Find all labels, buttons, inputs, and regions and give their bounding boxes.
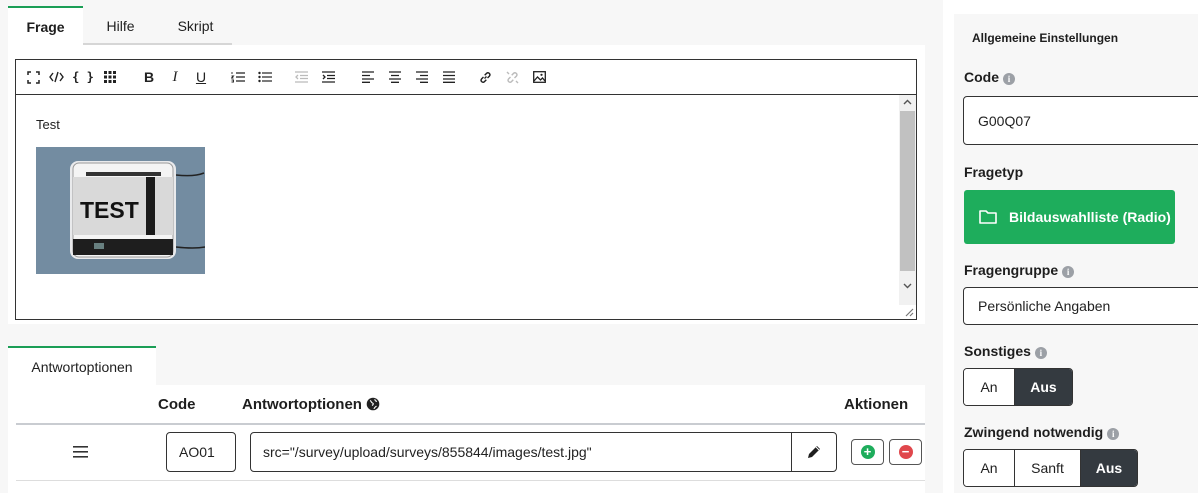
italic-icon[interactable]: I [162,65,188,89]
editor-text: Test [36,117,60,132]
editor-content[interactable]: Test TEST [16,95,916,319]
question-tabs: Frage Hilfe Skript [8,6,233,45]
other-option-aus[interactable]: Aus [1015,369,1072,405]
question-group-label: Fragengruppe i [964,262,1075,278]
minus-icon: − [898,445,913,459]
image-icon[interactable] [526,65,553,89]
folder-icon [979,210,997,224]
outdent-icon[interactable] [288,65,315,89]
question-type-label: Fragetyp [964,164,1024,180]
align-right-icon[interactable] [408,65,435,89]
answer-table-header: Code Antwortoptionen Aktionen [16,385,925,425]
tab-hilfe[interactable]: Hilfe [83,6,158,45]
align-center-icon[interactable] [381,65,408,89]
question-code-input[interactable]: G00Q07 [963,96,1198,145]
pencil-icon [808,446,820,458]
image-test-label: TEST [80,197,139,223]
scroll-down-icon[interactable] [899,279,916,293]
mandatory-toggle: An Sanft Aus [963,449,1138,487]
column-code: Code [158,396,196,413]
tab-frage[interactable]: Frage [8,6,83,45]
template-braces-icon[interactable]: { } [70,65,96,89]
info-icon[interactable]: i [1003,73,1015,85]
mandatory-label: Zwingend notwendig i [964,424,1120,440]
tab-skript[interactable]: Skript [158,6,233,45]
answer-options-panel: Code Antwortoptionen Aktionen AO01 src="… [8,385,925,493]
underline-icon[interactable]: U [188,65,214,89]
answer-text-value: src="/survey/upload/surveys/855844/image… [263,444,592,460]
mandatory-option-an[interactable]: An [964,450,1015,486]
bold-icon[interactable]: B [136,65,162,89]
info-icon[interactable]: i [1062,266,1075,278]
other-toggle: An Aus [963,368,1073,406]
mandatory-option-aus[interactable]: Aus [1081,450,1137,486]
settings-header: Allgemeine Einstellungen [954,14,1198,62]
rich-text-editor: { } B I U Test TEST [15,59,917,320]
column-answer-options: Antwortoptionen [242,396,380,413]
align-justify-icon[interactable] [435,65,462,89]
edit-answer-button[interactable] [791,433,836,471]
question-group-select[interactable]: Persönliche Angaben [963,287,1198,325]
question-type-button[interactable]: Bildauswahlliste (Radio) [964,190,1175,244]
resize-handle-icon[interactable] [904,307,914,317]
editor-toolbar: { } B I U [16,60,916,95]
column-actions: Aktionen [844,396,909,413]
code-label: Code i [964,69,1015,85]
fullscreen-icon[interactable] [24,65,42,89]
remove-answer-button[interactable]: − [889,439,922,465]
indent-icon[interactable] [315,65,342,89]
table-icon[interactable] [96,65,124,89]
settings-title: Allgemeine Einstellungen [972,31,1119,45]
info-icon[interactable]: i [1034,347,1047,359]
answer-text-input[interactable]: src="/survey/upload/surveys/855844/image… [250,432,837,472]
ordered-list-icon[interactable] [224,65,251,89]
mandatory-option-sanft[interactable]: Sanft [1015,450,1081,486]
tabs-spacer [232,6,925,45]
globe-icon[interactable] [366,397,380,411]
unlink-icon[interactable] [499,65,526,89]
align-left-icon[interactable] [354,65,381,89]
info-icon[interactable]: i [1107,428,1120,440]
table-row: AO01 src="/survey/upload/surveys/855844/… [16,425,925,481]
source-code-icon[interactable] [42,65,70,89]
link-icon[interactable] [472,65,499,89]
add-answer-button[interactable]: + [851,439,884,465]
tab-antwortoptionen[interactable]: Antwortoptionen [8,346,156,385]
other-label: Sonstiges i [964,343,1047,359]
bullet-list-icon[interactable] [251,65,278,89]
other-option-an[interactable]: An [964,369,1015,405]
scroll-up-icon[interactable] [899,95,916,109]
test-image[interactable]: TEST [36,147,205,274]
plus-icon: + [860,445,875,459]
scroll-thumb[interactable] [900,111,915,271]
drag-handle-icon[interactable] [73,445,88,459]
answer-code-input[interactable]: AO01 [166,432,236,472]
editor-scrollbar[interactable] [899,95,916,305]
